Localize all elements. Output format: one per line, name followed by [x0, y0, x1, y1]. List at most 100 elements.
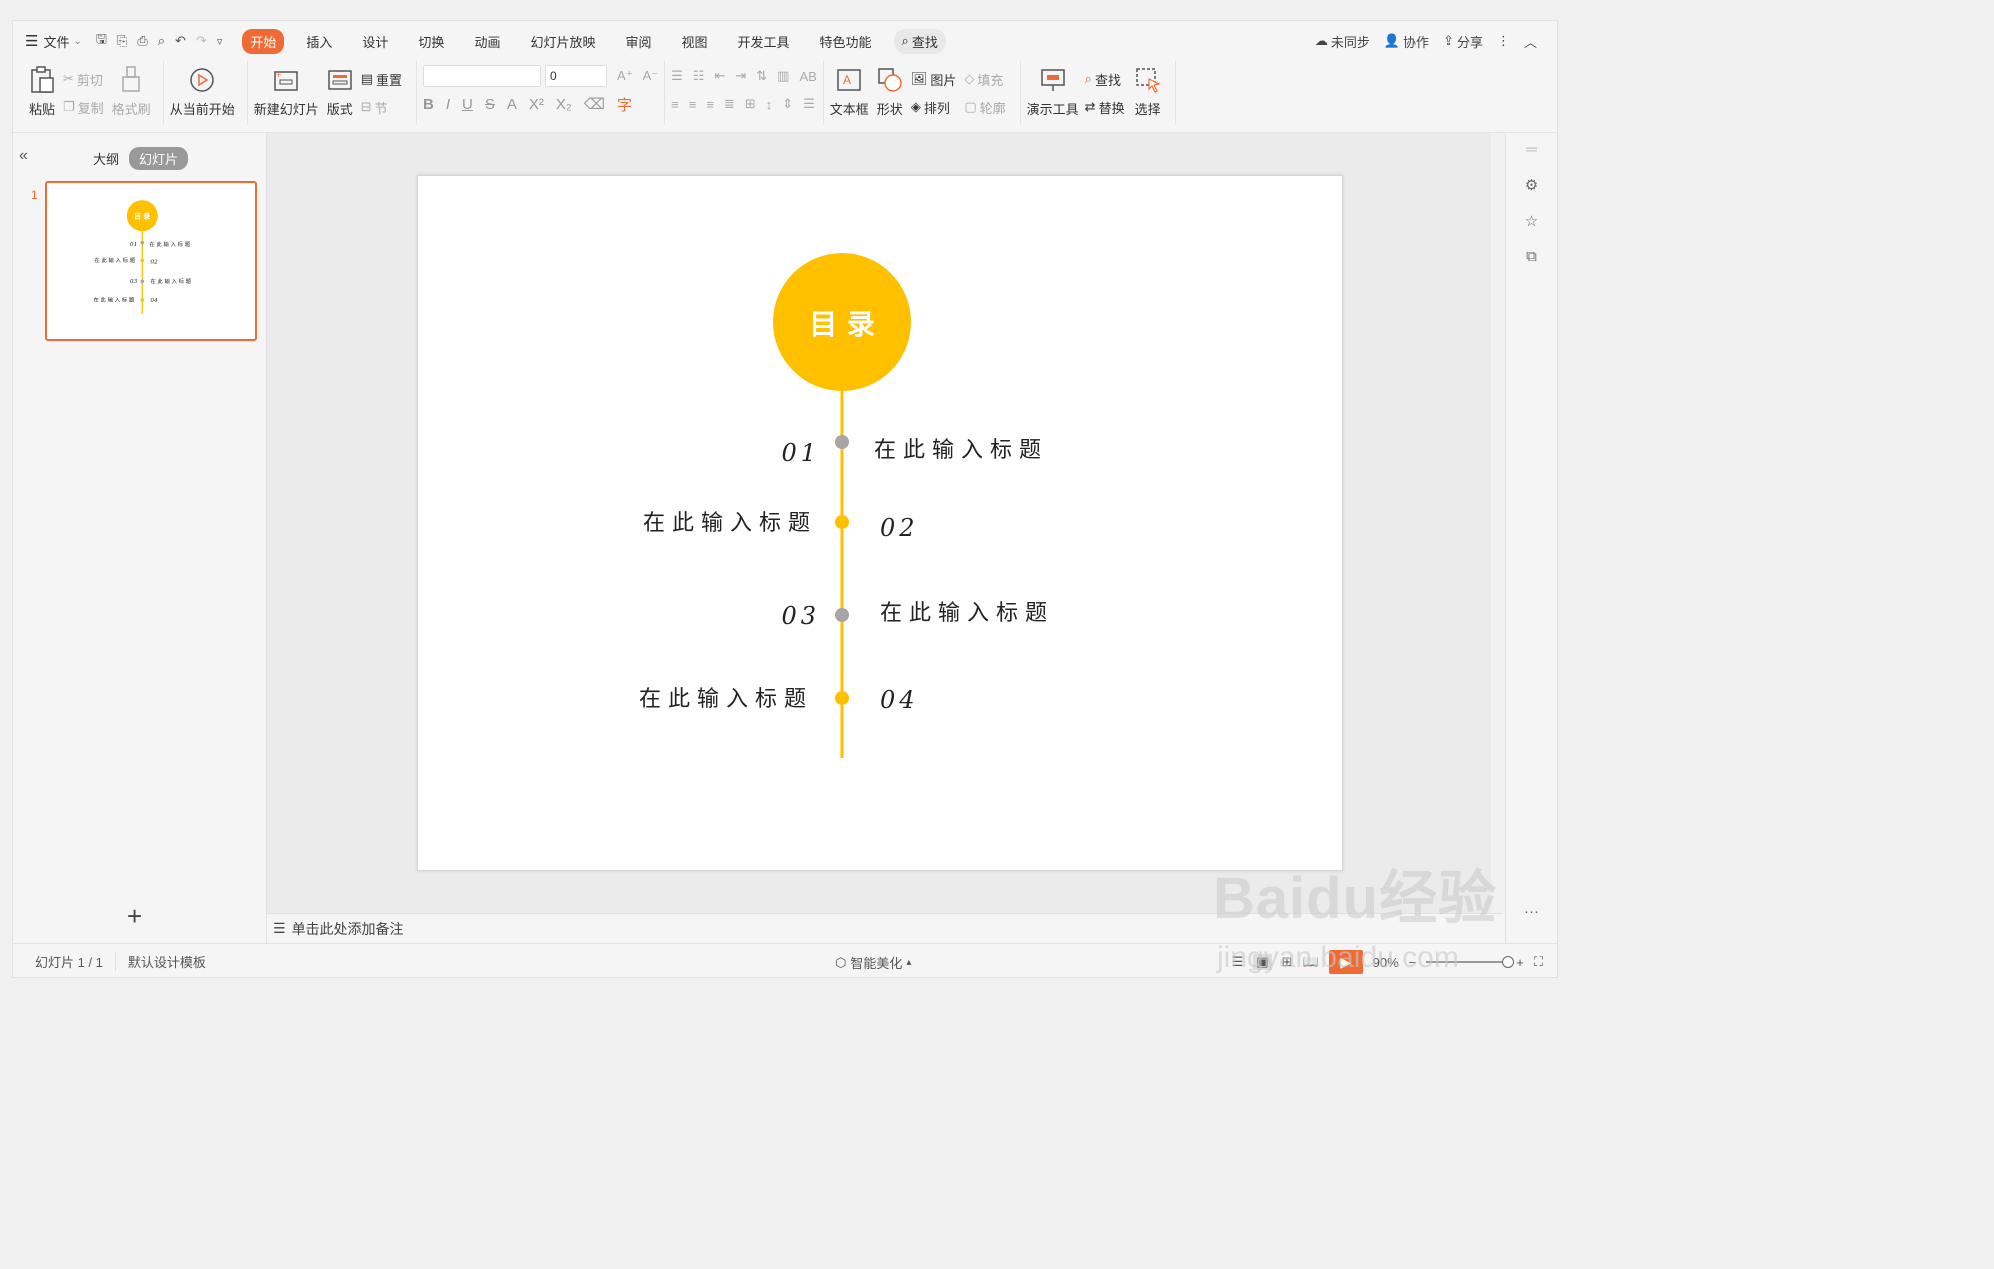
font-name-input[interactable] — [423, 65, 542, 87]
item-title-1[interactable]: 在 此 输 入 标 题 — [874, 438, 1041, 463]
align-center-icon[interactable]: ≡ — [689, 97, 697, 112]
para-spacing-icon[interactable]: ⇕ — [782, 96, 793, 112]
tab-review[interactable]: 审阅 — [617, 29, 659, 54]
find-icon: ⌕ — [1084, 71, 1092, 86]
phonetic-icon[interactable]: 字 — [617, 94, 632, 115]
tab-developer[interactable]: 开发工具 — [730, 29, 798, 54]
tab-slideshow[interactable]: 幻灯片放映 — [522, 29, 603, 54]
search-button[interactable]: ⌕ 查找 — [893, 28, 946, 54]
redo-icon[interactable]: ↷ — [196, 33, 207, 49]
clear-format-icon[interactable]: ⌫ — [584, 95, 605, 113]
char-spacing-icon[interactable]: AB — [799, 69, 816, 84]
line-spacing-icon[interactable]: ↕ — [766, 97, 773, 112]
font-size-input[interactable]: 0 — [545, 65, 608, 87]
align-left-icon[interactable]: ≡ — [671, 97, 679, 112]
fill-button[interactable]: ◇ 填充 — [964, 69, 1005, 89]
tab-animations[interactable]: 动画 — [466, 29, 508, 54]
shape-button[interactable]: 形状 — [875, 65, 905, 118]
item-title-2[interactable]: 在 此 输 入 标 题 — [643, 511, 810, 536]
print-icon[interactable]: ⎙ — [137, 33, 147, 49]
reset-button[interactable]: ▤ 重置 — [361, 69, 402, 89]
copy-pages-icon[interactable]: ⧉ — [1526, 248, 1537, 265]
paste-button[interactable]: 粘贴 — [27, 65, 57, 118]
template-name[interactable]: 默认设计模板 — [116, 952, 218, 971]
item-number-2[interactable]: 02 — [880, 514, 919, 542]
tab-special-features[interactable]: 特色功能 — [812, 29, 880, 54]
settings-sliders-icon[interactable]: ⚙ — [1525, 176, 1538, 194]
fit-window-icon[interactable]: ⛶ — [1534, 954, 1543, 970]
columns-icon[interactable]: ▥ — [777, 68, 789, 84]
sync-label: 未同步 — [1330, 34, 1370, 50]
decrease-indent-icon[interactable]: ⇤ — [714, 68, 725, 84]
item-title-3[interactable]: 在 此 输 入 标 题 — [880, 601, 1047, 626]
arrange-button[interactable]: ◈ 排列 — [911, 97, 957, 117]
tab-outline[interactable]: 大纲 — [93, 149, 119, 168]
zoom-in-icon[interactable]: + — [1516, 955, 1524, 970]
bold-icon[interactable]: B — [423, 96, 434, 113]
italic-icon[interactable]: I — [446, 96, 450, 113]
print-preview-icon[interactable]: ⌕ — [158, 33, 165, 49]
superscript-icon[interactable]: X² — [529, 96, 544, 113]
increase-font-icon[interactable]: A⁺ — [617, 68, 633, 84]
justify-icon[interactable]: ≣ — [724, 96, 735, 112]
outline-button[interactable]: ▢ 轮廓 — [964, 97, 1005, 117]
item-title-4[interactable]: 在 此 输 入 标 题 — [639, 687, 806, 712]
subscript-icon[interactable]: X₂ — [556, 96, 572, 113]
collab-button[interactable]: 👤 协作 — [1384, 32, 1429, 51]
item-number-4[interactable]: 04 — [880, 686, 919, 714]
tab-home[interactable]: 开始 — [242, 28, 285, 54]
layout-label: 版式 — [326, 102, 353, 117]
canvas-scrollbar[interactable] — [1491, 133, 1505, 913]
start-from-current-button[interactable]: 从当前开始 — [170, 65, 235, 118]
font-color-icon[interactable]: A — [507, 96, 517, 113]
slide-thumbnail[interactable]: 目 录 01 在 此 输 入 标 题 在 此 输 入 标 题 02 03 在 此… — [45, 181, 257, 341]
section-button[interactable]: ⊟ 节 — [361, 97, 402, 117]
select-button[interactable]: 选择 — [1133, 65, 1163, 118]
replace-button[interactable]: ⇄ 替换 — [1085, 97, 1125, 117]
collapse-ribbon-icon[interactable]: ︿ — [1524, 32, 1537, 51]
cut-button[interactable]: ✂ 剪切 — [63, 69, 104, 89]
presentation-tools-button[interactable]: 演示工具 — [1027, 65, 1079, 118]
tab-transitions[interactable]: 切换 — [410, 29, 452, 54]
textbox-button[interactable]: A 文本框 — [830, 65, 869, 118]
export-icon[interactable]: ⎘ — [117, 33, 127, 49]
numbering-icon[interactable]: ☷ — [693, 68, 705, 84]
file-menu[interactable]: ☰ 文件 ⌄ — [25, 32, 82, 51]
copy-button[interactable]: ❐ 复制 — [63, 97, 104, 117]
sync-status[interactable]: ☁ 未同步 — [1315, 32, 1370, 51]
increase-indent-icon[interactable]: ⇥ — [735, 68, 746, 84]
bullets-icon[interactable]: ☰ — [671, 68, 683, 84]
add-slide-button[interactable]: + — [127, 901, 142, 932]
text-direction-icon[interactable]: ⇅ — [756, 68, 767, 84]
layout-button[interactable]: 版式 — [325, 65, 355, 118]
save-icon[interactable]: 🖫 — [96, 30, 107, 52]
more-options-icon[interactable]: ··· — [1524, 903, 1539, 920]
tab-slides[interactable]: 幻灯片 — [129, 147, 189, 170]
slide-title[interactable]: 目 录 — [809, 308, 875, 341]
decrease-font-icon[interactable]: A⁻ — [643, 68, 659, 84]
tools-group: 演示工具 ⌕ 查找 ⇄ 替换 选择 — [1021, 61, 1176, 125]
underline-icon[interactable]: U — [462, 96, 473, 113]
picture-button[interactable]: 🖼 图片 — [911, 69, 957, 89]
tab-view[interactable]: 视图 — [673, 29, 715, 54]
slide[interactable]: 目 录 01 在 此 输 入 标 题 在 此 输 入 标 题 02 03 在 此… — [417, 175, 1343, 871]
smart-beautify-button[interactable]: ⬡ 智能美化 ▴ — [835, 953, 911, 972]
tab-insert[interactable]: 插入 — [298, 29, 340, 54]
item-number-1[interactable]: 01 — [781, 439, 820, 467]
item-number-3[interactable]: 03 — [781, 602, 820, 630]
share-button[interactable]: ⇪ 分享 — [1443, 32, 1483, 51]
tab-design[interactable]: 设计 — [354, 29, 396, 54]
star-icon[interactable]: ☆ — [1525, 212, 1538, 230]
align-text-icon[interactable]: ☰ — [803, 96, 815, 112]
undo-icon[interactable]: ↶ — [175, 33, 186, 49]
customize-icon[interactable]: ▿ — [217, 35, 223, 48]
strikethrough-icon[interactable]: S — [485, 96, 495, 113]
more-menu-icon[interactable]: ⋮ — [1497, 33, 1510, 49]
distribute-icon[interactable]: ⊞ — [745, 96, 756, 112]
new-slide-button[interactable]: + 新建幻灯片 — [254, 65, 319, 118]
collapse-panel-icon[interactable]: « — [19, 147, 28, 165]
format-painter-button[interactable]: 格式刷 — [112, 65, 151, 118]
find-button[interactable]: ⌕ 查找 — [1085, 69, 1125, 89]
align-right-icon[interactable]: ≡ — [706, 97, 714, 112]
zoom-slider-knob[interactable] — [1502, 956, 1515, 968]
